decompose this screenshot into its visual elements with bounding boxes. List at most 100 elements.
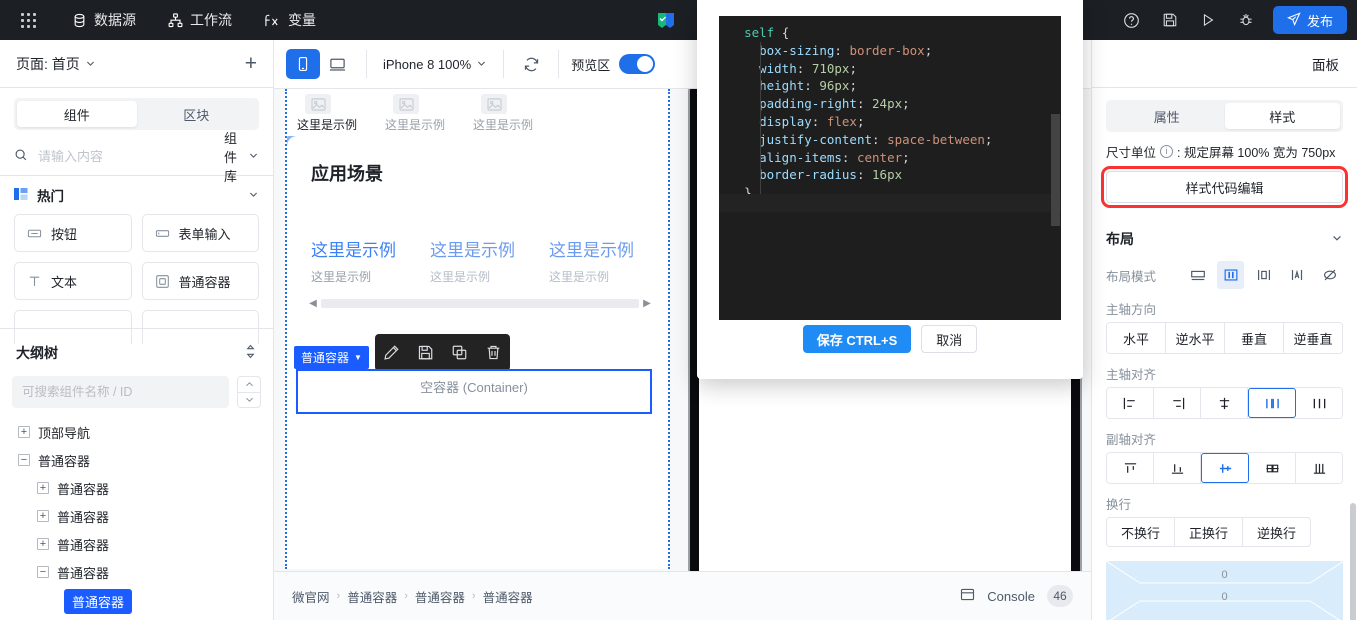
scroll-right-arrow-icon[interactable]: ▶ [639,298,655,309]
main-axis-dir-row[interactable]: 水平 [1107,323,1166,353]
align-baseline-icon[interactable] [1249,453,1296,483]
align-end-icon[interactable] [1154,453,1201,483]
chevron-down-icon[interactable] [1331,231,1343,247]
justify-end-icon[interactable] [1154,388,1201,418]
device-mobile-button[interactable] [286,49,320,79]
add-page-button[interactable]: + [245,53,257,74]
empty-container-slot[interactable]: 空容器 (Container) [296,369,652,414]
tree-prev-button[interactable] [238,377,260,393]
component-card-text[interactable]: 文本 [14,262,132,300]
right-panel-scrollbar[interactable] [1350,503,1356,620]
cancel-button[interactable]: 取消 [921,325,978,353]
code-editor[interactable]: self { box-sizing: border-box; width: 71… [719,16,1061,320]
card-column[interactable]: 这里是示例 这里是示例 [311,236,430,285]
tree-node[interactable]: + 普通容器 [4,530,269,558]
preview-toggle[interactable] [619,54,656,74]
tab-components[interactable]: 组件 [17,101,137,127]
device-zoom-selector[interactable]: iPhone 8 100% [379,57,491,72]
align-center-icon[interactable] [1201,453,1249,483]
help-icon[interactable] [1113,0,1151,40]
tab-blocks[interactable]: 区块 [137,101,257,127]
tree-node[interactable]: − 普通容器 [4,558,269,586]
layout-mode-flex[interactable] [1217,261,1244,289]
card-column[interactable]: 这里是示例 这里是示例 [430,236,549,285]
component-library-selector[interactable]: 组件库 [224,128,259,185]
nav-item-datasource[interactable]: 数据源 [56,0,152,40]
save-icon[interactable] [1151,0,1189,40]
box-model-value-top[interactable]: 0 [1106,569,1343,581]
info-icon[interactable]: i [1160,145,1174,158]
wrap-nowrap[interactable]: 不换行 [1106,517,1175,547]
refresh-icon[interactable] [516,49,546,79]
style-code-edit-button[interactable]: 样式代码编辑 [1101,166,1348,208]
justify-start-icon[interactable] [1107,388,1154,418]
layout-mode-inline-block[interactable] [1250,261,1277,289]
layout-mode-inline[interactable] [1283,261,1310,289]
tree-expander-icon[interactable]: + [37,538,49,550]
layout-mode-hidden[interactable] [1316,261,1343,289]
justify-space-around-icon[interactable] [1296,388,1342,418]
scroll-left-arrow-icon[interactable]: ◀ [305,298,321,309]
layout-mode-block[interactable] [1184,261,1211,289]
align-start-icon[interactable] [1107,453,1154,483]
console-panel-icon[interactable] [960,587,975,605]
thumbnail-strip[interactable]: 这里是示例 这里是示例 这里是示例 [287,90,668,136]
delete-trash-icon[interactable] [485,344,502,361]
tree-expander-icon[interactable]: − [37,566,49,578]
page-selector[interactable]: 页面: 首页 [16,54,96,74]
grid-apps-icon[interactable] [0,12,56,28]
tree-expander-icon[interactable]: + [37,510,49,522]
main-axis-dir-column-reverse[interactable]: 逆垂直 [1284,323,1342,353]
component-card-container[interactable]: 普通容器 [141,262,259,300]
selected-container-tag[interactable]: 普通容器 ▼ [294,346,369,369]
publish-button[interactable]: 发布 [1272,6,1347,34]
thumb-item[interactable]: 这里是示例 [471,90,559,136]
thumb-item[interactable]: 这里是示例 [383,90,471,136]
tree-expander-icon[interactable]: − [18,454,30,466]
nav-item-variable[interactable]: 变量 [248,0,332,40]
chevron-down-icon[interactable]: ▼ [354,353,362,362]
app-scenario-card[interactable]: 应用场景 这里是示例 这里是示例 这里是示例 这里是示例 这里是示例 这里是示例 [287,136,668,336]
align-stretch-icon[interactable] [1296,453,1342,483]
layout-section-header[interactable]: 布局 [1092,223,1357,255]
tree-search-input[interactable] [12,376,229,408]
code-vertical-scrollbar[interactable] [1051,114,1060,226]
wrap-wrap-reverse[interactable]: 逆换行 [1242,517,1312,547]
tab-styles[interactable]: 样式 [1224,103,1340,129]
tree-node-selected[interactable]: 普通容器 [4,586,269,616]
tree-node[interactable]: − 普通容器 [4,446,269,474]
breadcrumb-item[interactable]: 微官网 [292,587,330,606]
justify-center-icon[interactable] [1201,388,1248,418]
tree-node[interactable]: + 顶部导航 [4,418,269,446]
save-button[interactable]: 保存 CTRL+S [802,325,912,353]
tree-expander-icon[interactable]: + [18,426,30,438]
device-desktop-button[interactable] [320,49,354,79]
card-column[interactable]: 这里是示例 这里是示例 [549,236,668,285]
tree-expander-icon[interactable]: + [37,482,49,494]
play-icon[interactable] [1189,0,1227,40]
breadcrumb-item[interactable]: 普通容器 [347,587,397,606]
justify-space-between-icon[interactable] [1248,388,1296,418]
main-axis-dir-row-reverse[interactable]: 逆水平 [1166,323,1225,353]
expand-collapse-icon[interactable] [244,344,257,362]
tree-node[interactable]: + 普通容器 [4,502,269,530]
code-text[interactable]: self { box-sizing: border-box; width: 71… [719,16,1061,202]
breadcrumb-item[interactable]: 普通容器 [415,587,465,606]
component-card-button[interactable]: 按钮 [14,214,132,252]
tree-next-button[interactable] [238,393,260,408]
tree-node[interactable]: + 普通容器 [4,474,269,502]
tab-properties[interactable]: 属性 [1109,103,1225,129]
thumb-item[interactable]: 这里是示例 [295,90,383,136]
nav-item-workflow[interactable]: 工作流 [152,0,248,40]
wrap-wrap[interactable]: 正换行 [1174,517,1243,547]
main-axis-dir-column[interactable]: 垂直 [1225,323,1284,353]
console-status[interactable]: Console 46 [960,585,1073,607]
box-model-editor[interactable]: 0 0 [1106,561,1343,620]
debug-bug-icon[interactable] [1227,0,1265,40]
horizontal-scrollbar[interactable]: ◀ ▶ [305,296,655,310]
component-card-form-input[interactable]: 表单输入 [141,214,259,252]
breadcrumb-item[interactable]: 普通容器 [483,587,533,606]
copy-icon[interactable] [451,344,468,361]
edit-pencil-icon[interactable] [383,344,400,361]
search-input[interactable] [36,148,216,165]
